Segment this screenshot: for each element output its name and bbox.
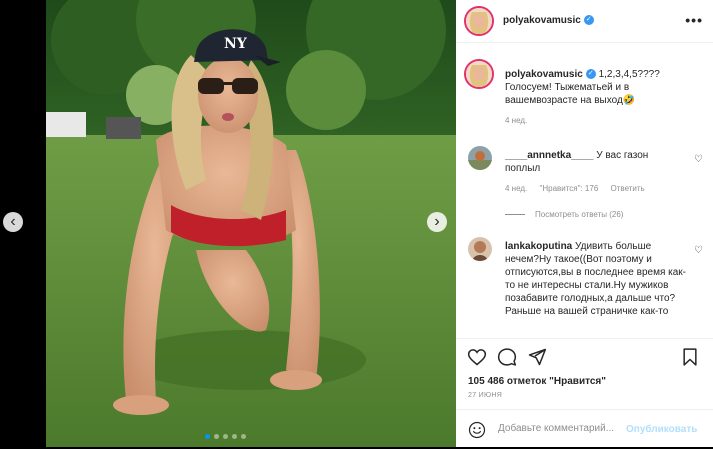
- comment-button[interactable]: [497, 347, 517, 367]
- caption-text: polyakovamusic ✓ 1,2,3,4,5???? Голосуем! …: [505, 68, 686, 107]
- avatar-image: [466, 61, 492, 87]
- comment-item: ____annnetka____ У вас газон поплыл ♡ 4 …: [468, 146, 708, 226]
- caption-meta: 4 нед.: [505, 116, 537, 125]
- carousel-indicator: [205, 434, 246, 439]
- chevron-left-icon: ‹: [10, 213, 16, 230]
- comment-username[interactable]: lankakoputina: [505, 241, 572, 252]
- more-options-button[interactable]: •••: [685, 12, 703, 28]
- carousel-dot: [223, 434, 228, 439]
- carousel-prev-button[interactable]: ‹: [3, 212, 23, 232]
- carousel-dot: [232, 434, 237, 439]
- comment-likes[interactable]: "Нравится": 176: [540, 184, 599, 193]
- emoji-icon: [468, 421, 486, 439]
- like-button[interactable]: [467, 347, 487, 367]
- avatar-image: [466, 8, 492, 34]
- comment-text: lankakoputina Удивить больше нечем?Ну та…: [505, 240, 686, 318]
- comment-icon: [497, 348, 517, 366]
- caption-avatar[interactable]: [464, 59, 494, 89]
- author-avatar[interactable]: [464, 6, 494, 36]
- carousel-next-button[interactable]: ›: [427, 212, 447, 232]
- verified-icon: ✓: [585, 69, 596, 80]
- comment-username[interactable]: ____annnetka____: [505, 150, 593, 161]
- publish-button[interactable]: Опубликовать: [626, 424, 697, 435]
- svg-text:NY: NY: [224, 36, 248, 52]
- comment-text: ____annnetka____ У вас газон поплыл: [505, 149, 686, 175]
- reply-button[interactable]: Ответить: [611, 184, 645, 193]
- commenter-avatar[interactable]: [468, 146, 492, 170]
- save-button[interactable]: [680, 347, 700, 367]
- share-button[interactable]: [527, 347, 547, 367]
- caption-block: polyakovamusic ✓ 1,2,3,4,5???? Голосуем! …: [464, 59, 708, 139]
- comment-body: Удивить больше нечем?Ну такое((Вот поэто…: [505, 241, 687, 317]
- carousel-dot: [214, 434, 219, 439]
- comment-meta: 4 нед. "Нравится": 176 Ответить: [505, 184, 655, 193]
- carousel-dot: [241, 434, 246, 439]
- author-info: polyakovamusic ✓: [503, 15, 594, 26]
- bookmark-icon: [683, 348, 697, 366]
- commenter-avatar[interactable]: [468, 237, 492, 261]
- heart-icon: [467, 349, 487, 366]
- chevron-right-icon: ›: [434, 213, 440, 230]
- avatar-image: [468, 146, 492, 170]
- view-replies-label: Посмотреть ответы (26): [535, 210, 624, 219]
- comment-like-icon[interactable]: ♡: [694, 245, 703, 256]
- comment-item: lankakoputina Удивить больше нечем?Ну та…: [468, 237, 708, 338]
- avatar-image: [468, 237, 492, 261]
- add-comment-bar: Опубликовать: [456, 409, 713, 449]
- carousel-dot: [205, 434, 210, 439]
- post-side-panel: polyakovamusic ✓ ••• polyakovamusic ✓ 1,2,…: [456, 0, 713, 447]
- caption-username[interactable]: polyakovamusic: [505, 69, 583, 80]
- post-actions: 105 486 отметок "Нравится" 27 ИЮНЯ Опубл…: [456, 338, 713, 449]
- comment-like-icon[interactable]: ♡: [694, 154, 703, 165]
- likes-count[interactable]: 105 486 отметок "Нравится": [468, 376, 606, 387]
- emoji-button[interactable]: [468, 421, 486, 439]
- replies-divider: [505, 214, 525, 216]
- comments-list: polyakovamusic ✓ 1,2,3,4,5???? Голосуем! …: [456, 43, 713, 338]
- post-modal: NY ‹ › polyakovamusic ✓ ••• polyakovamus…: [0, 0, 713, 447]
- comment-time[interactable]: 4 нед.: [505, 184, 527, 193]
- post-date[interactable]: 27 ИЮНЯ: [468, 392, 502, 399]
- post-photo[interactable]: NY: [46, 0, 456, 447]
- author-username[interactable]: polyakovamusic: [503, 15, 581, 26]
- post-header: polyakovamusic ✓ •••: [456, 0, 713, 43]
- send-icon: [528, 348, 547, 366]
- caption-time[interactable]: 4 нед.: [505, 116, 527, 125]
- view-replies[interactable]: Посмотреть ответы (26): [505, 210, 623, 219]
- comment-input[interactable]: [498, 423, 623, 434]
- photo-illustration: NY: [46, 0, 456, 447]
- verified-icon: ✓: [583, 15, 594, 26]
